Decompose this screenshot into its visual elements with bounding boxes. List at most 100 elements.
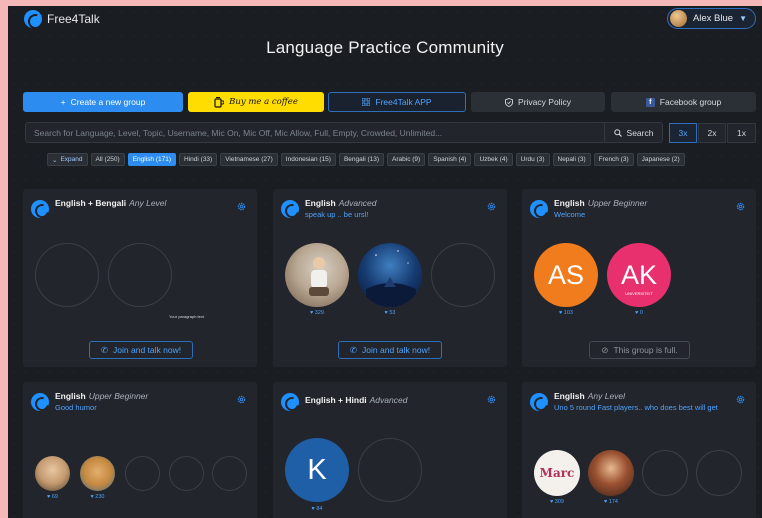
- group-level: Upper Beginner: [587, 198, 648, 208]
- empty-seat[interactable]: [212, 456, 247, 491]
- privacy-policy-button[interactable]: Privacy Policy: [471, 92, 605, 112]
- likes-count: ♥ 309: [550, 499, 564, 505]
- likes-count: ♥ 53: [384, 310, 396, 316]
- avatar-text: Marc: [539, 466, 575, 480]
- buy-coffee-button[interactable]: Buy me a coffee: [188, 92, 324, 112]
- night-scene: [366, 250, 416, 307]
- empty-seat[interactable]: [108, 243, 172, 307]
- likes-count: ♥ 84: [311, 506, 323, 512]
- free4talk-logo-icon: [24, 10, 42, 28]
- group-language: English + Bengali: [55, 198, 127, 208]
- gear-icon[interactable]: [236, 201, 247, 212]
- gear-icon[interactable]: [486, 394, 497, 405]
- phone-icon: ✆: [349, 344, 358, 355]
- filter-urdu[interactable]: Urdu (3): [515, 153, 550, 166]
- filter-all[interactable]: All (250): [90, 153, 125, 166]
- user-avatar[interactable]: AS: [534, 243, 598, 307]
- user-avatar[interactable]: [80, 456, 115, 491]
- filter-japanese[interactable]: Japanese (2): [636, 153, 685, 166]
- group-logo-icon: [281, 200, 299, 218]
- empty-seat[interactable]: [431, 243, 495, 307]
- expand-filters-button[interactable]: ⌄ Expand: [47, 153, 88, 166]
- user-menu[interactable]: Alex Blue ▼: [666, 8, 756, 29]
- user-avatar[interactable]: [35, 456, 70, 491]
- chevron-down-icon: ⌄: [52, 156, 58, 164]
- gear-icon[interactable]: [735, 201, 746, 212]
- user-avatar[interactable]: Marc: [534, 450, 580, 496]
- group-logo-icon: [31, 393, 49, 411]
- group-logo-icon: [530, 393, 548, 411]
- user-avatar[interactable]: AK UNIVERSITEIT: [607, 243, 671, 307]
- ban-icon: ⊘: [601, 344, 609, 355]
- join-group-button[interactable]: ✆ Join and talk now!: [338, 341, 442, 359]
- filter-english[interactable]: English (171): [127, 153, 177, 166]
- search-icon: [613, 128, 622, 137]
- user-avatar[interactable]: [285, 243, 349, 307]
- group-level: Any Level: [129, 198, 167, 208]
- likes-value: 174: [608, 499, 618, 505]
- group-card: English Upper Beginner Good humor ♥ 69 ♥ …: [23, 382, 257, 518]
- free4talk-app-label: Free4Talk APP: [375, 97, 432, 107]
- group-card-header: English Any Level Uno 5 round Fast player…: [530, 391, 718, 413]
- brand[interactable]: Free4Talk: [24, 10, 100, 28]
- empty-seat[interactable]: [169, 456, 204, 491]
- zoom-1x-button[interactable]: 1x: [727, 123, 756, 143]
- likes-count: ♥ 329: [310, 310, 324, 316]
- likes-count: ♥ 174: [604, 499, 618, 505]
- user-avatar[interactable]: K: [285, 438, 349, 502]
- filter-bengali[interactable]: Bengali (13): [338, 153, 385, 166]
- join-label: Join and talk now!: [113, 345, 182, 355]
- gear-icon[interactable]: [486, 201, 497, 212]
- likes-value: 69: [51, 494, 58, 500]
- search-input[interactable]: [26, 123, 604, 143]
- group-card-header: English + Bengali Any Level: [31, 198, 166, 218]
- create-group-button[interactable]: + Create a new group: [23, 92, 183, 112]
- group-card-header: English Upper Beginner Welcome: [530, 198, 647, 220]
- group-level: Upper Beginner: [88, 391, 149, 401]
- likes-count: ♥ 230: [90, 494, 105, 500]
- group-language: English: [305, 198, 336, 208]
- zoom-3x-button[interactable]: 3x: [669, 123, 697, 143]
- user-avatar[interactable]: [358, 243, 422, 307]
- gear-icon[interactable]: [236, 394, 247, 405]
- empty-seat[interactable]: [35, 243, 99, 307]
- group-card: English + Hindi Advanced K ♥ 84: [273, 382, 507, 518]
- group-card: English Upper Beginner Welcome AS AK UNIV…: [522, 189, 756, 367]
- user-avatar[interactable]: [588, 450, 634, 496]
- language-filters: ⌄ Expand All (250) English (171) Hindi (…: [47, 153, 685, 166]
- group-full-button[interactable]: ⊘ This group is full.: [589, 341, 690, 359]
- empty-seat[interactable]: [642, 450, 688, 496]
- search-button-label: Search: [626, 127, 654, 138]
- filter-french[interactable]: French (3): [593, 153, 634, 166]
- group-logo-icon: [31, 200, 49, 218]
- facebook-group-label: Facebook group: [659, 97, 722, 107]
- filter-vietnamese[interactable]: Vietnamese (27): [220, 153, 278, 166]
- app-window: Free4Talk Alex Blue ▼ Language Practice …: [8, 6, 762, 518]
- group-topic: Welcome: [554, 210, 586, 219]
- empty-seat[interactable]: [125, 456, 160, 491]
- free4talk-app-button[interactable]: Free4Talk APP: [328, 92, 466, 112]
- facebook-group-button[interactable]: f Facebook group: [611, 92, 756, 112]
- filter-indonesian[interactable]: Indonesian (15): [280, 153, 336, 166]
- filter-nepali[interactable]: Nepali (3): [552, 153, 591, 166]
- filter-hindi[interactable]: Hindi (33): [179, 153, 218, 166]
- empty-seat[interactable]: [358, 438, 422, 502]
- join-group-button[interactable]: ✆ Join and talk now!: [89, 341, 193, 359]
- avatar-initials: K: [307, 453, 327, 486]
- gear-icon[interactable]: [735, 394, 746, 405]
- filter-spanish[interactable]: Spanish (4): [428, 153, 472, 166]
- likes-value: 329: [314, 310, 324, 316]
- filter-arabic[interactable]: Arabic (9): [387, 153, 426, 166]
- group-card: English + Bengali Any Level Your paragrap…: [23, 189, 257, 367]
- empty-seat[interactable]: [696, 450, 742, 496]
- filter-uzbek[interactable]: Uzbek (4): [474, 153, 513, 166]
- group-language: English: [554, 391, 585, 401]
- seat-caption: Your paragraph text: [169, 314, 204, 319]
- user-avatar: [669, 10, 687, 27]
- zoom-2x-button[interactable]: 2x: [698, 123, 726, 143]
- likes-value: 53: [389, 310, 396, 316]
- likes-value: 103: [563, 310, 573, 316]
- search-button[interactable]: Search: [604, 123, 662, 142]
- shield-icon: [505, 97, 513, 107]
- group-card: English Advanced speak up .. be ursl! ♥ 3…: [273, 189, 507, 367]
